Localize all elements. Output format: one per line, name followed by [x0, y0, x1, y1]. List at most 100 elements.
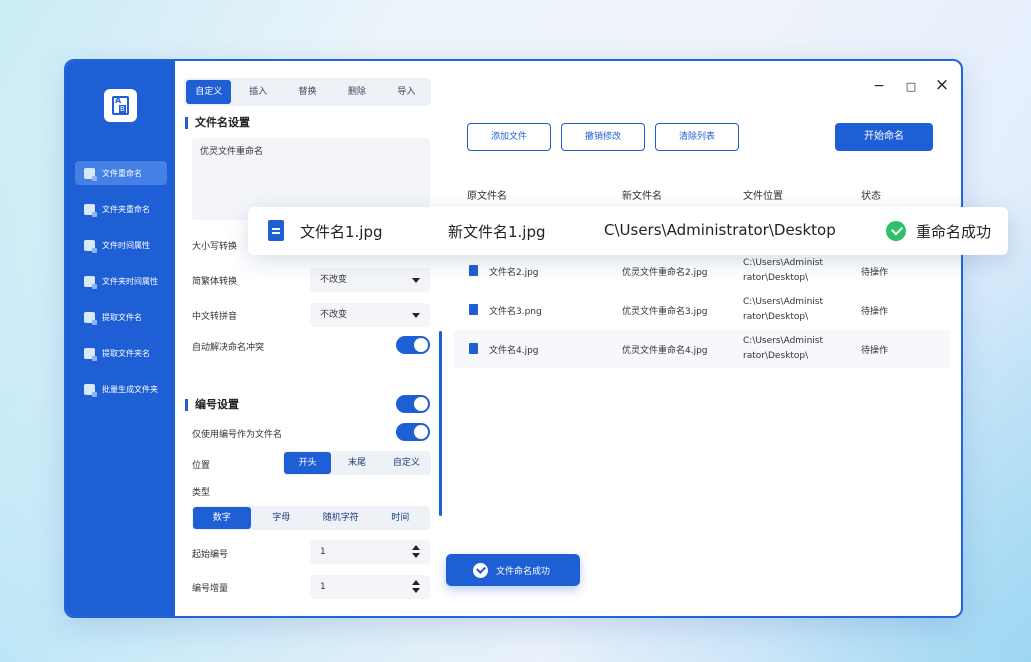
folder-rename-icon [84, 203, 97, 217]
table-row[interactable]: 文件名2.jpg 优灵文件重命名2.jpg C:\Users\Administ r… [453, 252, 951, 290]
highlighted-file-row[interactable]: 文件名1.jpg 新文件名1.jpg C\Users\Administrator… [248, 207, 1008, 255]
mode-tabs: 自定义 插入 替换 删除 导入 [184, 78, 431, 106]
undo-button[interactable]: 撤销修改 [561, 123, 645, 151]
status-text: 待操作 [861, 307, 889, 317]
success-check-icon [886, 221, 906, 241]
sidebar-item-label: 提取文件夹名 [102, 348, 150, 358]
sidebar-item-label: 文件夹时间属性 [102, 276, 158, 286]
folder-time-icon [84, 275, 97, 289]
file-icon [469, 304, 478, 315]
original-name: 文件名2.jpg [489, 268, 539, 278]
sidebar-item-batch-folder[interactable]: 批量生成文件夹 [75, 377, 167, 401]
conflict-label: 自动解决命名冲突 [192, 343, 265, 353]
trad-convert-value: 不改变 [320, 275, 348, 285]
sidebar: A B 文件重命名 文件夹重命名 文件时间属性 文件夹时间属性 提取文件名 提取… [66, 61, 175, 616]
tab-delete[interactable]: 删除 [334, 80, 379, 104]
tab-replace[interactable]: 替换 [285, 80, 330, 104]
tab-custom[interactable]: 自定义 [186, 80, 232, 104]
chevron-down-icon [412, 313, 420, 318]
only-number-toggle[interactable] [396, 423, 430, 441]
status-text: 待操作 [861, 346, 889, 356]
tab-import[interactable]: 导入 [384, 80, 429, 104]
number-toggle[interactable] [396, 395, 430, 413]
pinyin-convert-value: 不改变 [320, 310, 348, 320]
start-number-stepper[interactable]: 1 [310, 540, 430, 564]
file-location: C:\Users\Administ rator\Desktop\ [743, 336, 823, 361]
new-name: 新文件名1.jpg [448, 223, 546, 241]
position-custom[interactable]: 自定义 [383, 452, 430, 474]
logo-letter-a: A [115, 96, 122, 105]
sidebar-item-label: 文件夹重命名 [102, 204, 150, 214]
maximize-button[interactable]: □ [901, 80, 921, 93]
type-segmented: 数字 字母 随机字符 时间 [192, 506, 430, 530]
file-location: C\Users\Administrator\Desktop [604, 221, 836, 239]
trad-convert-label: 简繁体转换 [192, 277, 238, 287]
start-rename-button[interactable]: 开始命名 [835, 123, 933, 151]
position-segmented: 开头 末尾 自定义 [283, 451, 431, 475]
panel-scrollbar[interactable] [439, 331, 442, 516]
increment-stepper[interactable]: 1 [310, 575, 430, 599]
status-text: 重命名成功 [916, 223, 992, 241]
file-icon [469, 343, 478, 354]
sidebar-item-file-rename[interactable]: 文件重命名 [75, 161, 167, 185]
type-time[interactable]: 时间 [372, 507, 430, 529]
new-name: 优灵文件重命名4.jpg [622, 346, 708, 356]
close-button[interactable]: × [932, 75, 952, 95]
clear-list-button[interactable]: 清除列表 [655, 123, 739, 151]
app-logo: A B [104, 89, 137, 122]
original-name: 文件名1.jpg [300, 223, 383, 241]
original-name: 文件名4.jpg [489, 346, 539, 356]
start-number-label: 起始编号 [192, 550, 229, 560]
increment-value: 1 [320, 582, 326, 592]
add-file-button[interactable]: 添加文件 [467, 123, 551, 151]
sidebar-item-extract-foldername[interactable]: 提取文件夹名 [75, 341, 167, 365]
sidebar-item-folder-time[interactable]: 文件夹时间属性 [75, 269, 167, 293]
header-original: 原文件名 [467, 191, 507, 202]
batch-folder-icon [84, 383, 97, 397]
position-label: 位置 [192, 461, 211, 471]
new-name: 优灵文件重命名3.jpg [622, 307, 708, 317]
sidebar-item-label: 提取文件名 [102, 312, 142, 322]
trad-convert-select[interactable]: 不改变 [310, 268, 430, 292]
file-location: C:\Users\Administ rator\Desktop\ [743, 258, 823, 283]
type-letter[interactable]: 字母 [253, 507, 311, 529]
filename-settings-title: 文件名设置 [185, 117, 250, 129]
chevron-down-icon [412, 278, 420, 283]
decrement-icon[interactable] [412, 553, 420, 558]
extract-foldername-icon [84, 347, 97, 361]
increment-icon[interactable] [412, 545, 420, 550]
table-row[interactable]: 文件名3.png 优灵文件重命名3.jpg C:\Users\Administ r… [453, 291, 951, 329]
decrement-icon[interactable] [412, 588, 420, 593]
position-end[interactable]: 末尾 [333, 452, 380, 474]
pinyin-convert-label: 中文转拼音 [192, 312, 238, 322]
type-number[interactable]: 数字 [193, 507, 251, 529]
minimize-button[interactable]: − [869, 78, 889, 94]
check-circle-icon [473, 562, 488, 578]
header-new: 新文件名 [622, 191, 662, 202]
case-convert-label: 大小写转换 [192, 242, 238, 252]
settings-panel: 自定义 插入 替换 删除 导入 文件名设置 优灵文件重命名 大小写转换 简繁体转… [175, 61, 445, 616]
type-label: 类型 [192, 488, 211, 498]
sidebar-item-folder-rename[interactable]: 文件夹重命名 [75, 197, 167, 221]
success-toast: 文件命名成功 [446, 554, 580, 586]
sidebar-item-file-time[interactable]: 文件时间属性 [75, 233, 167, 257]
tab-insert[interactable]: 插入 [235, 80, 280, 104]
file-list-area: − □ × 添加文件 撤销修改 清除列表 开始命名 原文件名 新文件名 文件位置… [445, 61, 959, 616]
increment-icon[interactable] [412, 580, 420, 585]
number-settings-title: 编号设置 [185, 399, 239, 411]
logo-letter-b: B [119, 105, 126, 113]
file-time-icon [84, 239, 97, 253]
sidebar-item-label: 文件重命名 [102, 168, 142, 178]
app-window: A B 文件重命名 文件夹重命名 文件时间属性 文件夹时间属性 提取文件名 提取… [64, 59, 963, 618]
conflict-toggle[interactable] [396, 336, 430, 354]
sidebar-item-label: 批量生成文件夹 [102, 384, 158, 394]
only-number-label: 仅使用编号作为文件名 [192, 430, 283, 440]
start-number-value: 1 [320, 547, 326, 557]
sidebar-item-extract-filename[interactable]: 提取文件名 [75, 305, 167, 329]
position-start[interactable]: 开头 [284, 452, 332, 474]
table-row[interactable]: 文件名4.jpg 优灵文件重命名4.jpg C:\Users\Administ r… [453, 330, 951, 368]
increment-label: 编号增量 [192, 584, 229, 594]
type-random[interactable]: 随机字符 [312, 507, 370, 529]
document-icon [268, 220, 284, 241]
pinyin-convert-select[interactable]: 不改变 [310, 303, 430, 327]
